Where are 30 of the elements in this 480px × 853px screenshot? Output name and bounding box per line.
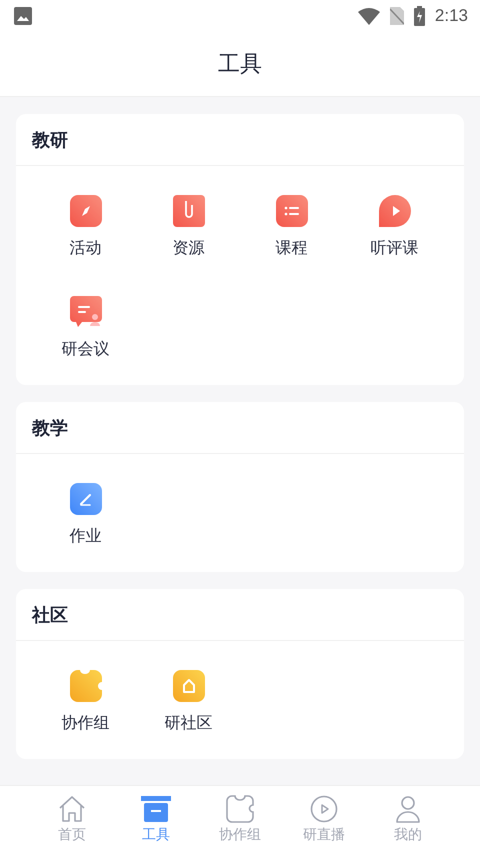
paperclip-icon bbox=[172, 195, 204, 227]
person-icon bbox=[394, 795, 422, 823]
tool-label[interactable]: 作业 bbox=[70, 527, 102, 545]
tool-label[interactable]: 研会议 bbox=[62, 340, 110, 358]
wifi-icon bbox=[358, 8, 380, 24]
play-icon bbox=[378, 195, 410, 227]
section-title: 教研 bbox=[32, 128, 68, 152]
no-sim-icon bbox=[390, 7, 404, 25]
page-title: 工具 bbox=[218, 51, 262, 79]
tool-label[interactable]: 资源 bbox=[172, 239, 204, 257]
tool-label[interactable]: 听评课 bbox=[370, 239, 418, 257]
tool-label[interactable]: 活动 bbox=[70, 239, 102, 257]
tool-label[interactable]: 研社区 bbox=[164, 714, 212, 732]
status-time: 2:13 bbox=[434, 6, 468, 26]
box-icon bbox=[141, 795, 171, 823]
battery-icon bbox=[414, 6, 425, 26]
section-title: 社区 bbox=[32, 604, 68, 626]
compass-icon bbox=[70, 195, 102, 227]
meeting-icon bbox=[70, 296, 102, 328]
house-icon bbox=[172, 670, 204, 702]
tool-label[interactable]: 课程 bbox=[276, 239, 308, 257]
play-circle-icon bbox=[310, 795, 338, 823]
section-title: 教学 bbox=[32, 416, 68, 440]
list-icon bbox=[276, 195, 308, 227]
pen-icon bbox=[70, 483, 102, 515]
home-icon bbox=[58, 795, 86, 823]
tool-label[interactable]: 协作组 bbox=[62, 714, 110, 732]
puzzle-icon bbox=[226, 795, 254, 823]
puzzle-icon bbox=[70, 670, 102, 702]
image-icon bbox=[14, 7, 32, 25]
